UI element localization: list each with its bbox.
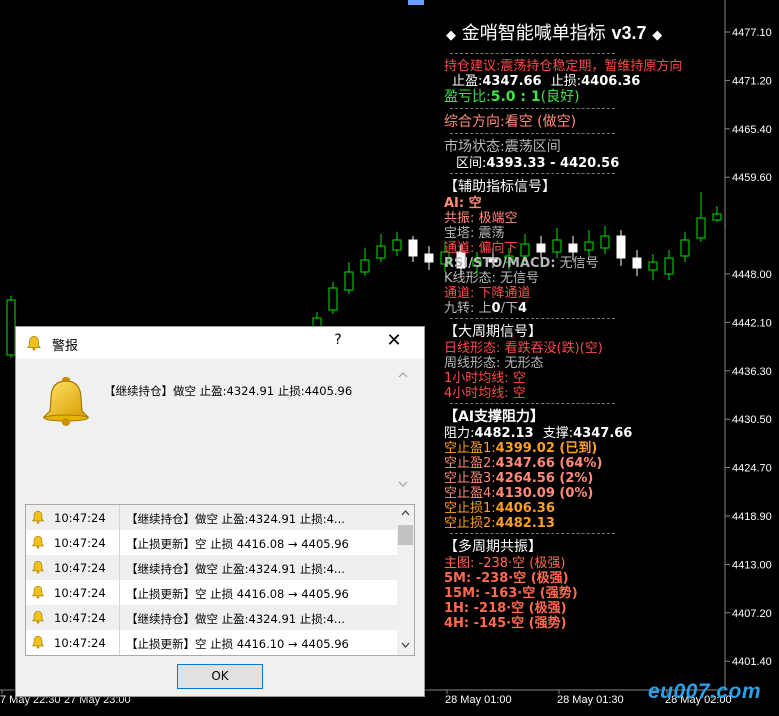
message-area: 【继续持仓】做空 止盈:4324.91 止损:4405.96 [24,367,411,492]
price-label: 4442.10 [732,317,772,329]
aux-baota: 宝塔: 震荡 [444,226,505,241]
price-label: 4448.00 [732,269,772,281]
ai-tp2: 空止盈2:4347.66 (64%) [444,456,603,471]
price-label: 4477.10 [732,27,772,39]
dialog-title: 警报 [52,339,79,354]
ai-res-sup: 阻力:4482.13 支撑:4347.66 [444,426,633,441]
price-label: 4424.70 [732,463,772,475]
aux-kline: K线形态: 无信号 [444,271,540,286]
scroll-marker [408,0,424,5]
price-label: 4407.20 [732,608,772,620]
big-header: 【大周期信号】 [444,324,542,340]
big-week: 周线形态: 无形态 [444,356,544,371]
list-scrollbar[interactable] [397,505,414,655]
bell-icon [31,585,45,602]
dialog-titlebar[interactable]: 警报 ? ✕ [16,327,424,359]
alert-text: 【继续持仓】做空 止盈:4324.91 止损:4... [126,512,345,526]
large-bell-icon [42,377,90,426]
bell-icon [31,635,45,652]
ai-tp3: 空止盈3:4264.56 (2%) [444,471,594,486]
list-item[interactable]: 10:47:24 【继续持仓】做空 止盈:4324.91 止损:4... [26,555,397,580]
ok-button[interactable]: OK [177,664,263,689]
ai-tp4: 空止盈4:4130.09 (0%) [444,486,594,501]
list-scroll-thumb [398,525,413,545]
bell-icon [31,535,45,552]
price-label: 4418.90 [732,511,772,523]
aux-header: 【辅助指标信号】 [444,179,556,195]
bell-icon [31,560,45,577]
aux-channel: 通道: 偏向下 [444,241,518,256]
multi-4h: 4H: -145·空 (强势) [444,616,567,631]
aux-nine: 九转: 上0/下4 [444,301,527,316]
multi-5m: 5M: -238·空 (极强) [444,571,569,586]
multi-15m: 15M: -163·空 (强势) [444,586,578,601]
alert-time: 10:47:24 [54,586,106,600]
alert-time: 10:47:24 [54,511,106,525]
time-label: 28 May 01:00 [445,694,512,706]
close-button[interactable]: ✕ [384,330,404,351]
multi-main: 主图: -238·空 (极强) [444,556,566,571]
message-scrollbar[interactable] [395,367,411,492]
alert-text: 【继续持仓】做空 止盈:4324.91 止损:4... [126,612,345,626]
alert-time: 10:47:24 [54,636,106,650]
list-item[interactable]: 10:47:24 【止损更新】空 止损 4416.08 → 4405.96 [26,580,397,605]
indicator-title: ◆ 金哨智能喊单指标 v3.7 ◆ [446,23,663,44]
alert-dialog[interactable]: 警报 ? ✕ 【继续持仓】做空 止盈:4324.91 止损:4405.96 10… [15,326,425,697]
multi-1h: 1H: -218·空 (极强) [444,601,567,616]
list-item[interactable]: 10:47:24 【止损更新】空 止损 4416.10 → 4405.96 [26,630,397,655]
price-label: 4459.60 [732,172,772,184]
alert-time: 10:47:24 [54,561,106,575]
price-label: 4430.50 [732,414,772,426]
bell-icon [31,610,45,627]
alert-message: 【继续持仓】做空 止盈:4324.91 止损:4405.96 [104,384,353,398]
price-label: 4413.00 [732,559,772,571]
big-1h: 1小时均线: 空 [444,371,526,386]
candle [6,296,16,358]
list-item[interactable]: 10:47:24 【止损更新】空 止损 4416.08 → 4405.96 [26,530,397,555]
current-price-marker [726,220,779,234]
bell-icon [26,336,42,351]
bell-icon [31,510,45,527]
big-4h: 4小时均线: 空 [444,386,526,401]
ai-tp1: 空止盈1:4399.02 (已到) [444,441,598,456]
aux-down-channel: 通道: 下降通道 [444,286,531,301]
alert-text: 【止损更新】空 止损 4416.08 → 4405.96 [126,587,349,601]
aux-ai: AI: 空 [444,196,482,211]
indicator-panel: ◆ 金哨智能喊单指标 v3.7 ◆ 持仓建议:震荡持仓稳定期，暂维持原方向 止盈… [444,18,726,631]
ai-header: 【AI支撑阻力】 [444,409,545,425]
range-row: 区间:4393.33 - 4420.56 [456,156,620,171]
price-label: 4465.40 [732,124,772,136]
price-label: 4401.40 [732,656,772,668]
alert-time: 10:47:24 [54,611,106,625]
list-item[interactable]: 10:47:24 【继续持仓】做空 止盈:4324.91 止损:4... [26,505,397,530]
time-label: 28 May 01:30 [557,694,624,706]
direction-row: 综合方向:看空 (做空) [444,114,577,130]
help-button[interactable]: ? [330,332,346,348]
alert-time: 10:47:24 [54,536,106,550]
ai-sl2: 空止损2:4482.13 [444,516,555,531]
aux-rsi: RSI/STO/MACD: 无信号 [444,256,599,271]
multi-header: 【多周期共振】 [444,539,542,555]
rr-row: 盈亏比:5.0 : 1(良好) [444,89,580,105]
big-day: 日线形态: 看跌吞没(跌)(空) [444,341,603,356]
list-item[interactable]: 10:47:24 【继续持仓】做空 止盈:4324.91 止损:4... [26,605,397,630]
advice-row: 持仓建议:震荡持仓稳定期，暂维持原方向 [444,59,683,74]
market-row: 市场状态:震荡区间 [444,139,561,155]
price-label: 4471.20 [732,75,772,87]
watermark: eu007.com [648,680,762,703]
alert-text: 【止损更新】空 止损 4416.10 → 4405.96 [126,637,349,651]
tp-sl-row: 止盈:4347.66 止损:4406.36 [452,74,641,89]
alert-text: 【止损更新】空 止损 4416.08 → 4405.96 [126,537,349,551]
aux-resonance: 共振: 极端空 [444,211,518,226]
ai-sl1: 空止损1:4406.36 [444,501,555,516]
alert-text: 【继续持仓】做空 止盈:4324.91 止损:4... [126,562,345,576]
price-label: 4436.30 [732,366,772,378]
alert-list[interactable]: 10:47:24 【继续持仓】做空 止盈:4324.91 止损:4... 10:47… [25,504,415,656]
